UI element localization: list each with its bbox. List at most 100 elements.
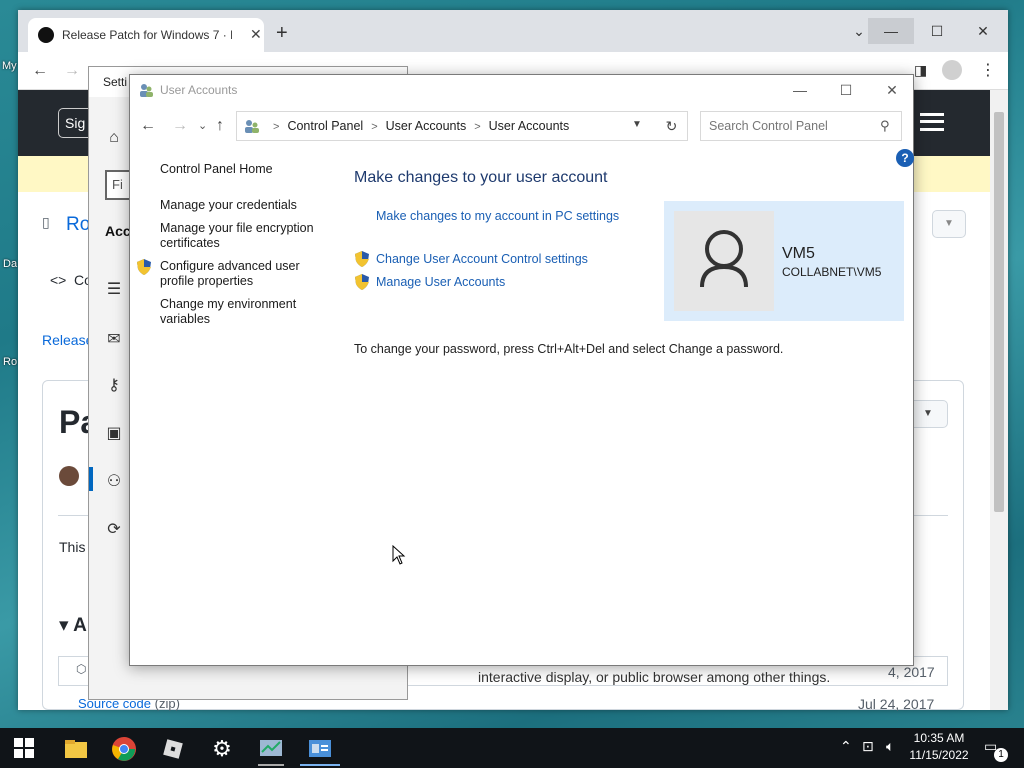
close-window-button[interactable]: ✕: [960, 18, 1006, 44]
github-icon: [38, 27, 54, 43]
user-name: VM5: [782, 245, 815, 262]
file-explorer-icon[interactable]: [63, 736, 89, 762]
active-indicator: [300, 764, 340, 766]
settings-title: Setti: [103, 75, 128, 89]
running-indicator: [258, 764, 284, 766]
uac-shield-icon: [355, 274, 369, 290]
more-menu-icon[interactable]: ⋮: [980, 60, 996, 80]
back-arrow-icon[interactable]: ←: [32, 62, 48, 80]
sync-icon[interactable]: ⟳: [103, 519, 125, 541]
user-info-icon[interactable]: ☰: [103, 279, 125, 301]
browser-tabstrip: Release Patch for Windows 7 · Ro ✕ + ⌄ —…: [18, 10, 1008, 52]
scrollbar-thumb[interactable]: [994, 112, 1004, 512]
release-body-text: This: [59, 539, 86, 555]
asset-date: 4, 2017: [888, 664, 935, 680]
clock-time[interactable]: 10:35 AM: [912, 731, 966, 745]
user-domain: COLLABNET\VM5: [782, 265, 882, 279]
user-accounts-icon: [140, 84, 153, 97]
side-panel-icon[interactable]: ◨: [914, 62, 927, 79]
repo-dropdown-button[interactable]: ▼: [932, 210, 966, 238]
chevron-right-icon[interactable]: >: [474, 121, 480, 133]
address-bar[interactable]: > Control Panel > User Accounts > User Accoun…: [236, 111, 688, 141]
settings-section-title: Acc: [105, 223, 131, 239]
maximize-button[interactable]: ☐: [826, 79, 866, 101]
maximize-button[interactable]: ☐: [914, 18, 960, 44]
settings-gear-icon[interactable]: ⚙: [209, 736, 235, 762]
address-dropdown-icon[interactable]: ▼: [632, 119, 642, 130]
close-icon[interactable]: ✕: [250, 26, 262, 43]
mouse-cursor-icon: [392, 545, 406, 565]
browser-tab[interactable]: Release Patch for Windows 7 · Ro ✕: [28, 18, 264, 52]
briefcase-icon[interactable]: ▣: [103, 423, 125, 445]
home-icon[interactable]: ⌂: [103, 129, 125, 151]
network-icon[interactable]: ⊡: [862, 738, 874, 755]
window-title: User Accounts: [160, 83, 238, 97]
assets-heading[interactable]: ▾ A: [59, 614, 87, 637]
back-arrow-icon[interactable]: ←: [140, 117, 156, 135]
windows-start-icon[interactable]: [14, 738, 34, 758]
uac-shield-icon: [137, 259, 151, 275]
up-arrow-icon[interactable]: ↑: [216, 117, 224, 135]
control-panel-taskbar-icon[interactable]: [258, 736, 284, 762]
browser-tab-title: Release Patch for Windows 7 · Ro: [62, 28, 232, 42]
breadcrumb-user-accounts[interactable]: User Accounts: [386, 119, 467, 133]
breadcrumb-control-panel[interactable]: Control Panel: [287, 119, 363, 133]
uac-shield-icon: [355, 251, 369, 267]
code-icon: <>: [50, 272, 67, 288]
pc-settings-link[interactable]: Make changes to my account in PC setting…: [376, 209, 619, 223]
nav-file-encryption[interactable]: Manage your file encryption certificates: [160, 221, 320, 251]
chevron-up-icon[interactable]: ⌃: [840, 738, 852, 755]
user-accounts-window: User Accounts — ☐ ✕ ← → ⌄ ↑ > Control Pan…: [129, 74, 914, 666]
avatar: [674, 211, 774, 311]
close-button[interactable]: ✕: [872, 79, 912, 101]
nav-control-panel-home[interactable]: Control Panel Home: [160, 162, 320, 177]
new-tab-button[interactable]: +: [276, 22, 288, 45]
release-dropdown-button[interactable]: ▼: [908, 400, 948, 428]
user-card: VM5 COLLABNET\VM5: [664, 201, 904, 321]
add-user-icon[interactable]: ⚇: [103, 471, 125, 493]
password-instructions: To change your password, press Ctrl+Alt+…: [354, 342, 784, 356]
repo-breadcrumb[interactable]: Ro: [66, 214, 90, 236]
uac-settings-link[interactable]: Change User Account Control settings: [376, 252, 588, 266]
mail-icon[interactable]: ✉: [103, 329, 125, 351]
notification-badge: 1: [994, 748, 1008, 762]
hamburger-menu-icon[interactable]: [920, 113, 944, 131]
minimize-button[interactable]: —: [868, 18, 914, 44]
key-icon[interactable]: ⚷: [103, 375, 125, 397]
clock-date[interactable]: 11/15/2022: [908, 748, 970, 762]
releases-link[interactable]: Release: [42, 332, 93, 348]
search-input[interactable]: [700, 111, 902, 141]
desktop-label-da[interactable]: Da: [3, 258, 17, 270]
desktop-label-my[interactable]: My: [2, 60, 17, 72]
repo-icon: ▯: [42, 214, 50, 230]
control-panel-icon: [245, 120, 259, 133]
refresh-icon[interactable]: ↻: [656, 111, 688, 141]
package-icon: ⬡: [76, 662, 87, 676]
minimize-button[interactable]: —: [780, 79, 820, 101]
chevron-right-icon[interactable]: >: [273, 121, 279, 133]
volume-icon[interactable]: 🔈︎: [886, 738, 894, 755]
caret-down-icon: ▾: [59, 615, 74, 636]
help-icon[interactable]: ?: [896, 149, 914, 167]
roblox-icon[interactable]: [160, 736, 186, 762]
asset-date: Jul 24, 2017: [858, 696, 935, 712]
asset-description: interactive display, or public browser a…: [478, 669, 831, 685]
recent-locations-chevron-icon[interactable]: ⌄: [198, 119, 207, 132]
user-accounts-taskbar-icon[interactable]: [307, 736, 333, 762]
chevron-right-icon[interactable]: >: [371, 121, 377, 133]
forward-arrow-icon[interactable]: →: [172, 117, 188, 135]
user-silhouette-icon: [700, 230, 748, 288]
author-avatar[interactable]: [59, 466, 79, 486]
profile-avatar-icon[interactable]: [942, 60, 962, 80]
browser-scrollbar[interactable]: [990, 90, 1008, 710]
nav-environment-variables[interactable]: Change my environment variables: [160, 297, 320, 327]
chrome-icon[interactable]: [111, 736, 137, 762]
search-icon[interactable]: ⚲: [880, 118, 890, 134]
forward-arrow-icon[interactable]: →: [64, 62, 80, 80]
nav-manage-credentials[interactable]: Manage your credentials: [160, 198, 320, 213]
nav-advanced-profile[interactable]: Configure advanced user profile properti…: [160, 259, 320, 289]
manage-user-accounts-link[interactable]: Manage User Accounts: [376, 275, 505, 289]
breadcrumb-user-accounts-current[interactable]: User Accounts: [489, 119, 570, 133]
active-indicator: [89, 467, 93, 491]
desktop-label-ro[interactable]: Ro: [3, 356, 17, 368]
